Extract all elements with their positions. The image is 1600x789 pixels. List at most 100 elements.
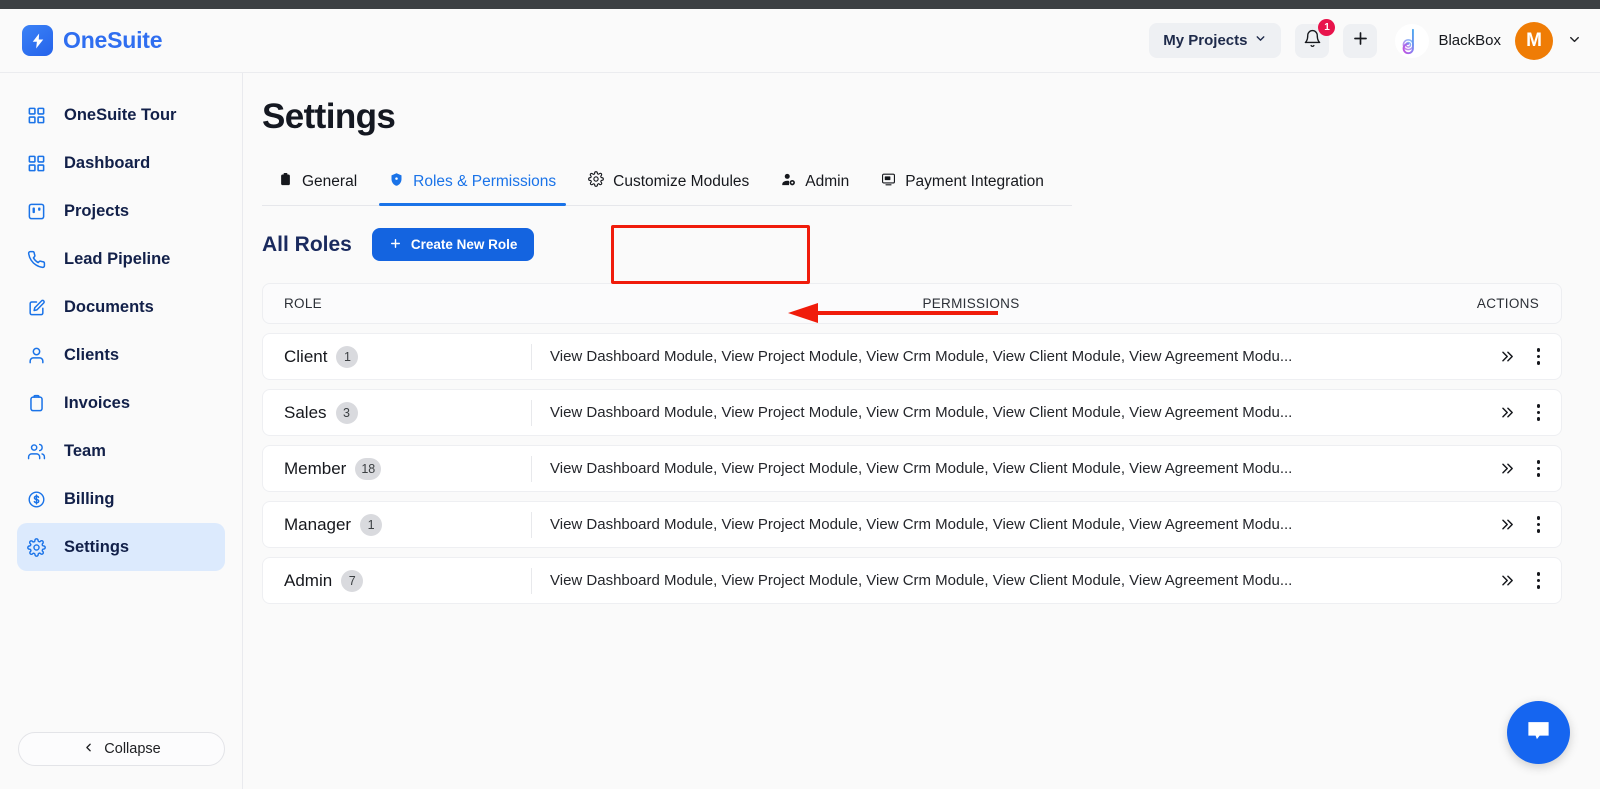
roles-toolbar: All Roles Create New Role — [262, 228, 1600, 261]
sidebar-item-label: Billing — [64, 489, 115, 508]
section-title: All Roles — [262, 232, 352, 256]
add-button[interactable] — [1343, 23, 1378, 58]
create-new-role-button[interactable]: Create New Role — [371, 228, 535, 261]
gear-icon — [25, 537, 47, 557]
sidebar-item-dashboard[interactable]: Dashboard — [17, 139, 225, 187]
projects-selector[interactable]: My Projects — [1149, 23, 1282, 58]
gear-icon — [588, 171, 604, 192]
double-chevron-right-icon[interactable] — [1498, 516, 1515, 533]
browser-chrome-bar — [0, 0, 1600, 9]
sidebar-item-documents[interactable]: Documents — [17, 283, 225, 331]
permissions-cell: View Dashboard Module, View Project Modu… — [531, 511, 1411, 538]
table-row[interactable]: Sales 3 View Dashboard Module, View Proj… — [262, 389, 1562, 436]
table-row[interactable]: Client 1 View Dashboard Module, View Pro… — [262, 333, 1562, 380]
tab-payment-integration[interactable]: Payment Integration — [865, 160, 1060, 205]
tab-label: Payment Integration — [905, 173, 1044, 190]
tab-label: General — [302, 173, 358, 190]
brand-name: OneSuite — [63, 27, 163, 53]
create-new-role-label: Create New Role — [410, 237, 518, 252]
role-count-badge: 18 — [355, 457, 382, 480]
avatar-initial: M — [1526, 29, 1542, 51]
role-count-badge: 1 — [360, 513, 383, 536]
sidebar-item-onesuite-tour[interactable]: OneSuite Tour — [17, 91, 225, 139]
role-cell: Manager 1 — [263, 513, 531, 536]
double-chevron-right-icon[interactable] — [1498, 572, 1515, 589]
account-chevron-down-icon[interactable] — [1567, 32, 1582, 50]
vertical-dots-icon[interactable] — [1536, 348, 1540, 365]
sidebar-item-label: Settings — [64, 537, 130, 556]
tab-roles-and-permissions[interactable]: Roles & Permissions — [373, 160, 572, 206]
column-header-actions: ACTIONS — [1476, 296, 1539, 311]
phone-icon — [25, 250, 47, 269]
chevron-left-icon — [82, 741, 95, 758]
sidebar-item-label: Dashboard — [64, 153, 151, 172]
avatar[interactable]: M — [1515, 21, 1553, 60]
user-shield-icon — [781, 172, 796, 192]
permissions-cell: View Dashboard Module, View Project Modu… — [531, 399, 1411, 426]
vertical-dots-icon[interactable] — [1536, 460, 1540, 477]
table-row[interactable]: Admin 7 View Dashboard Module, View Proj… — [262, 557, 1562, 604]
table-header-row: ROLE PERMISSIONS ACTIONS — [262, 283, 1562, 324]
double-chevron-right-icon[interactable] — [1498, 460, 1515, 477]
sidebar-nav: OneSuite Tour Dashboard Projects Lead Pi… — [0, 73, 242, 571]
sidebar-item-billing[interactable]: Billing — [17, 475, 225, 523]
sidebar-item-label: Team — [64, 441, 106, 460]
tab-label: Roles & Permissions — [413, 173, 557, 190]
notifications-button[interactable]: 1 — [1295, 18, 1336, 58]
table-row[interactable]: Member 18 View Dashboard Module, View Pr… — [262, 445, 1562, 492]
role-name: Admin — [284, 570, 333, 590]
document-edit-icon — [25, 298, 47, 317]
clipboard-icon — [278, 172, 293, 192]
sidebar-item-settings[interactable]: Settings — [17, 523, 225, 571]
role-count-badge: 7 — [341, 569, 364, 592]
monitor-icon — [881, 172, 896, 192]
actions-cell — [1411, 348, 1561, 365]
dollar-circle-icon — [25, 490, 47, 509]
support-chat-button[interactable] — [1507, 701, 1570, 764]
vertical-dots-icon[interactable] — [1536, 572, 1540, 589]
role-name: Manager — [284, 514, 352, 534]
actions-cell — [1411, 572, 1561, 589]
grid-icon — [25, 106, 47, 125]
double-chevron-right-icon[interactable] — [1498, 404, 1515, 421]
sidebar-item-clients[interactable]: Clients — [17, 331, 225, 379]
sidebar-item-team[interactable]: Team — [17, 427, 225, 475]
vertical-dots-icon[interactable] — [1536, 516, 1540, 533]
actions-cell — [1411, 516, 1561, 533]
collapse-label: Collapse — [104, 741, 161, 757]
kanban-board-icon — [25, 202, 47, 221]
tab-admin[interactable]: Admin — [765, 160, 865, 205]
table-row[interactable]: Manager 1 View Dashboard Module, View Pr… — [262, 501, 1562, 548]
chevron-down-icon — [1254, 32, 1267, 49]
tab-label: Customize Modules — [613, 172, 750, 190]
sidebar-item-label: Clients — [64, 345, 120, 364]
collapse-sidebar-button[interactable]: Collapse — [18, 732, 225, 766]
sidebar-item-label: Lead Pipeline — [64, 249, 171, 268]
page-title: Settings — [262, 97, 396, 136]
role-name: Member — [284, 458, 347, 478]
actions-cell — [1411, 404, 1561, 421]
plus-icon — [1351, 29, 1370, 53]
sidebar-item-invoices[interactable]: Invoices — [17, 379, 225, 427]
permissions-cell: View Dashboard Module, View Project Modu… — [531, 567, 1411, 594]
double-chevron-right-icon[interactable] — [1498, 348, 1515, 365]
clipboard-icon — [25, 394, 47, 413]
sidebar-item-lead-pipeline[interactable]: Lead Pipeline — [17, 235, 225, 283]
tab-general[interactable]: General — [262, 160, 373, 205]
sidebar-item-label: Invoices — [64, 393, 131, 412]
tab-customize-modules[interactable]: Customize Modules — [572, 159, 765, 205]
organization-switcher[interactable]: BlackBox — [1395, 23, 1501, 58]
users-icon — [25, 442, 47, 461]
sidebar-item-projects[interactable]: Projects — [17, 187, 225, 235]
plus-icon — [389, 237, 402, 253]
brand-logo[interactable]: OneSuite — [22, 25, 163, 56]
roles-table: ROLE PERMISSIONS ACTIONS Client 1 View D… — [262, 283, 1562, 604]
header-actions: My Projects 1 BlackBox M — [1149, 18, 1582, 60]
role-cell: Client 1 — [263, 345, 531, 368]
permissions-cell: View Dashboard Module, View Project Modu… — [531, 455, 1411, 482]
vertical-dots-icon[interactable] — [1536, 404, 1540, 421]
permissions-cell: View Dashboard Module, View Project Modu… — [531, 343, 1411, 370]
sidebar: OneSuite Tour Dashboard Projects Lead Pi… — [0, 73, 243, 789]
grid-icon — [25, 154, 47, 173]
tab-label: Admin — [805, 173, 850, 190]
